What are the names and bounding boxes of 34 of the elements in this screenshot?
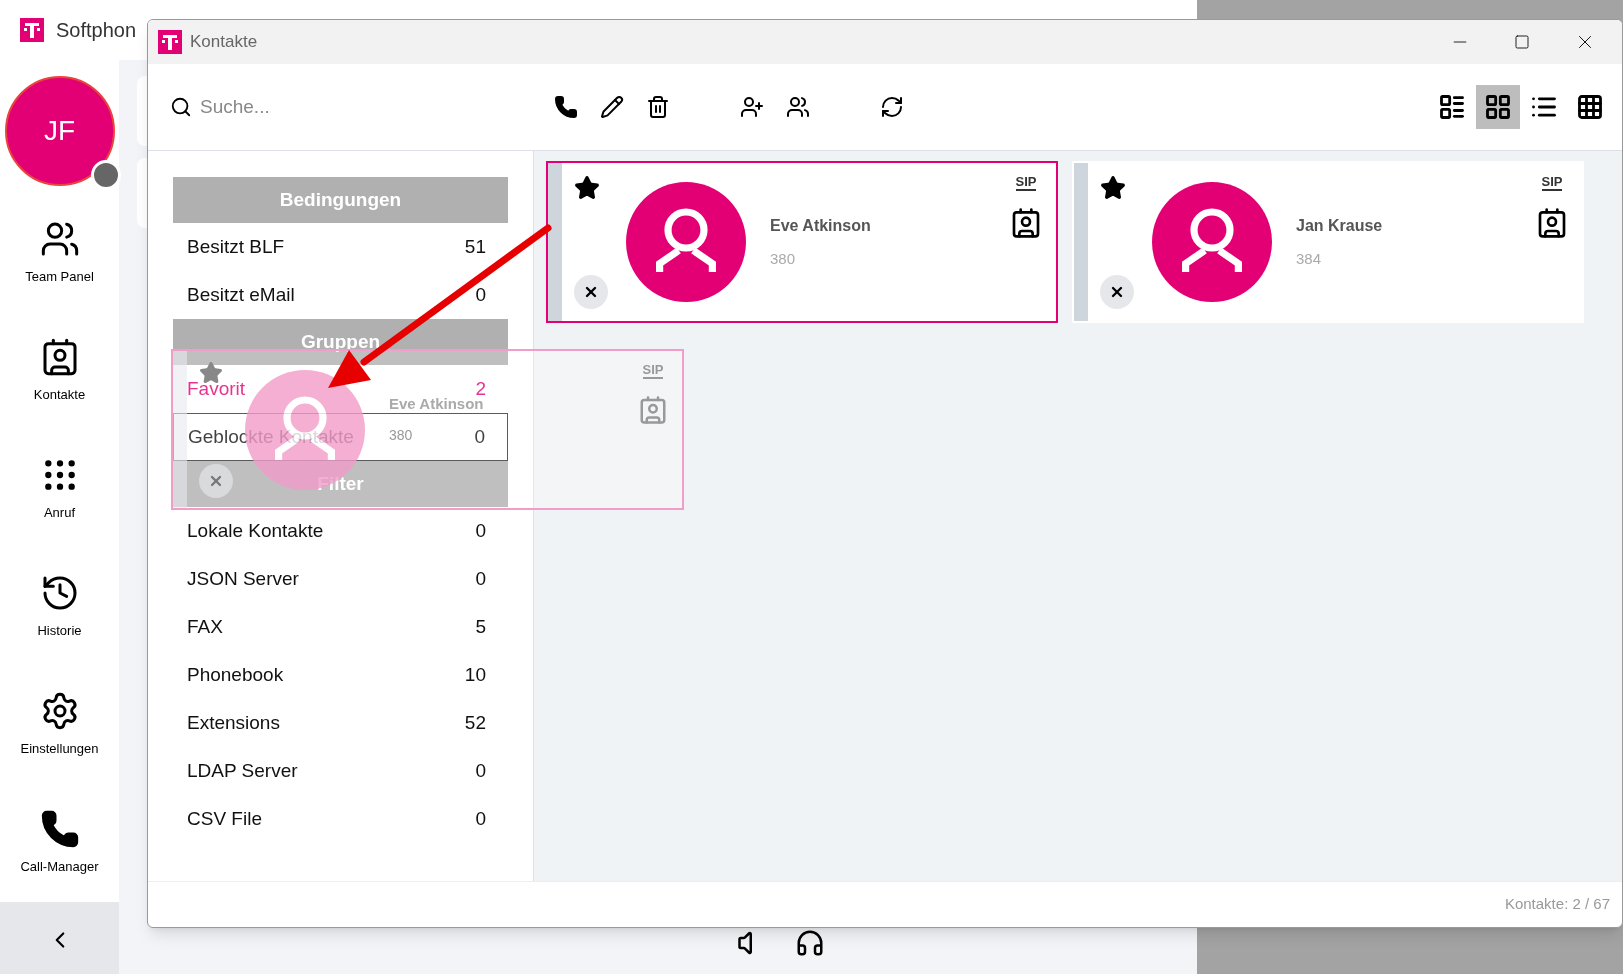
filter-label: Favorit [187,376,246,401]
filter-label: Phonebook [187,662,284,687]
filter-label: Besitzt eMail [187,282,295,307]
contact-name: Jan Krause [1296,215,1383,236]
filter-label: CSV File [187,806,262,831]
contact-number: 384 [1296,248,1323,269]
sip-label: SIP [1015,175,1037,191]
contact-count: Kontakte: 2 / 67 [1504,894,1610,915]
filter-count: 0 [474,424,486,449]
filter-count: 0 [475,282,487,307]
filter-count: 52 [464,710,487,735]
filter-count: 51 [464,234,487,259]
section-header: Gruppen [173,319,508,365]
filter-count: 10 [464,662,487,687]
filter-label: FAX [187,614,223,639]
filter-count: 0 [475,806,487,831]
filter-label: Besitzt BLF [187,234,285,259]
contact-number: 380 [389,426,413,446]
contact-name: Eve Atkinson [389,394,484,414]
sip-label: SIP [1541,175,1563,191]
filter-label: Extensions [187,710,280,735]
contact-number: 380 [770,248,797,269]
filter-count: 0 [475,518,487,543]
window-title: Kontakte [190,31,258,54]
section-header: Bedingungen [173,177,508,223]
contact-name: Eve Atkinson [770,215,871,236]
filter-count: 0 [475,758,487,783]
filter-label: LDAP Server [187,758,298,783]
filter-count: 5 [475,614,487,639]
filter-label: Lokale Kontakte [187,518,324,543]
sip-label: SIP [642,363,664,379]
filter-count: 0 [475,566,487,591]
app-title: Softphon [56,18,137,43]
filter-label: JSON Server [187,566,299,591]
